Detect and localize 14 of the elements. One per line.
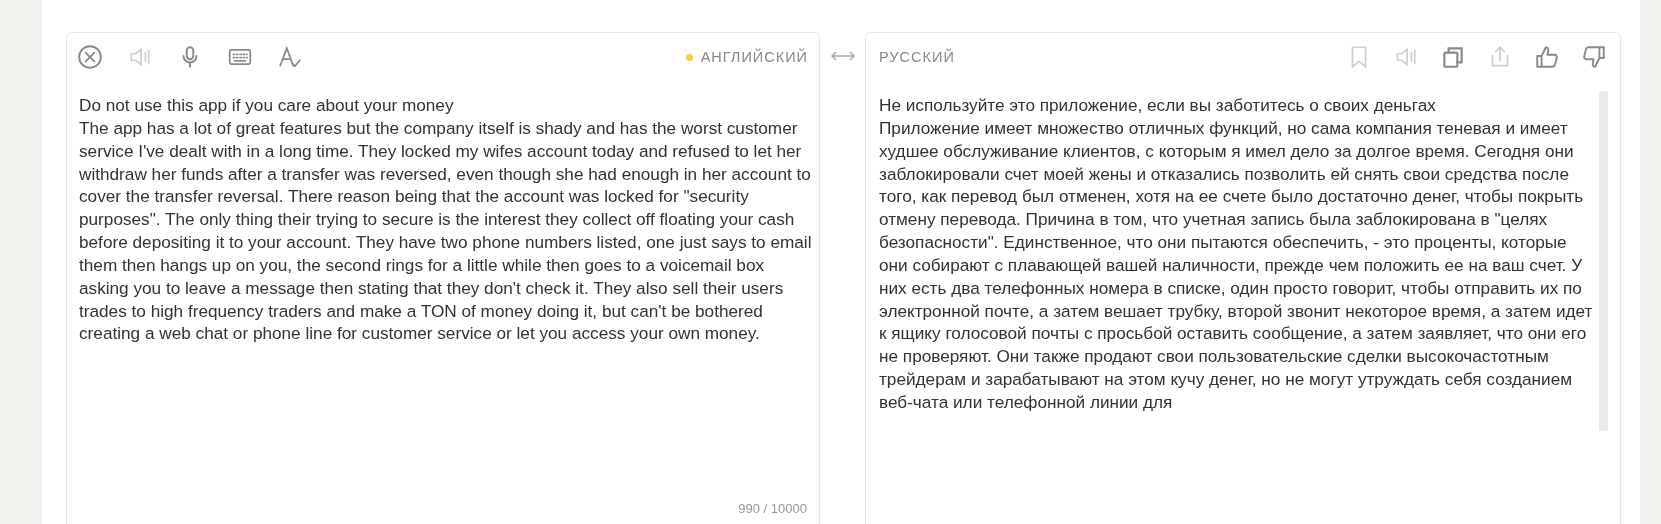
character-counter: 990 / 10000 [738,501,807,516]
thumbs-down-icon [1581,44,1607,70]
language-label[interactable]: АНГЛИЙСКИЙ [700,49,808,65]
translation-text: Не используйте это приложение, если вы заботитесь о своих деньгах Приложение имеет множество отличных функций, но сама компания теневая и имеет худшее обслуживание клиентов, с которым я имел дело за долгое время. Сегодня они заблокировали счет моей жены и отказались позволить ей снять свои средства после того, как перевод был отменен, хотя на ее счете было достаточно денег, чтобы покрыть отмену перевода. Причина в том, что учетная запись была заблокирована в "целях безопасности". Единственное, что они пытаются обеспечить, - это проценты, которые они собирают с плавающей вашей наличности, прежде чем положить ее на ваш счет. У них есть два телефонных номера в списке, один просто говорит, чтобы отправить их по электронной почте, а затем вешает трубку, второй звонит некоторое время, а затем идет к ящику голосовой почты с просьбой оставить сообщение, а затем заявляет, что они его не проверяют. Они также продают свои пользовательские сделки высокочастотным трейдерам и зарабатывают на этом кучу денег, но не могут утруждать себя созданием веб-чата или телефонной линии для [879,94,1594,414]
clear-button[interactable] [76,43,104,71]
clear-icon [77,44,103,70]
copy-icon [1440,44,1466,70]
thumbs-down-button[interactable] [1580,43,1608,71]
source-text[interactable]: Do not use this app if you care about your money The app has a lot of great features but the company itself is shady and has the worst customer service I've dealt with in a long time. They locked my wifes account today and refused to let her withdraw her funds after a transfer was reversed, even though she had enough in her account to cover the transfer reversal. There reason being that the account was locked for "security purposes". The only thing their trying to secure is the interest they collect off floating your cash before depositing it to your account. They have two phone numbers listed, one just says to email them then hangs up on you, the second rings for a little while then goes to a voicemail box asking you to leave a message then stating that they don't check it. They also sell their users trades to high frequency traders and make a TON of money doing it, but can't be bothered creating a web chat or phone line for customer service or let you access your own money. [79,94,814,346]
swap-arrows-icon [829,49,856,63]
spellcheck-icon [277,44,303,70]
language-label[interactable]: РУССКИЙ [879,49,955,65]
thumbs-up-icon [1534,44,1560,70]
thumbs-up-button[interactable] [1533,43,1561,71]
